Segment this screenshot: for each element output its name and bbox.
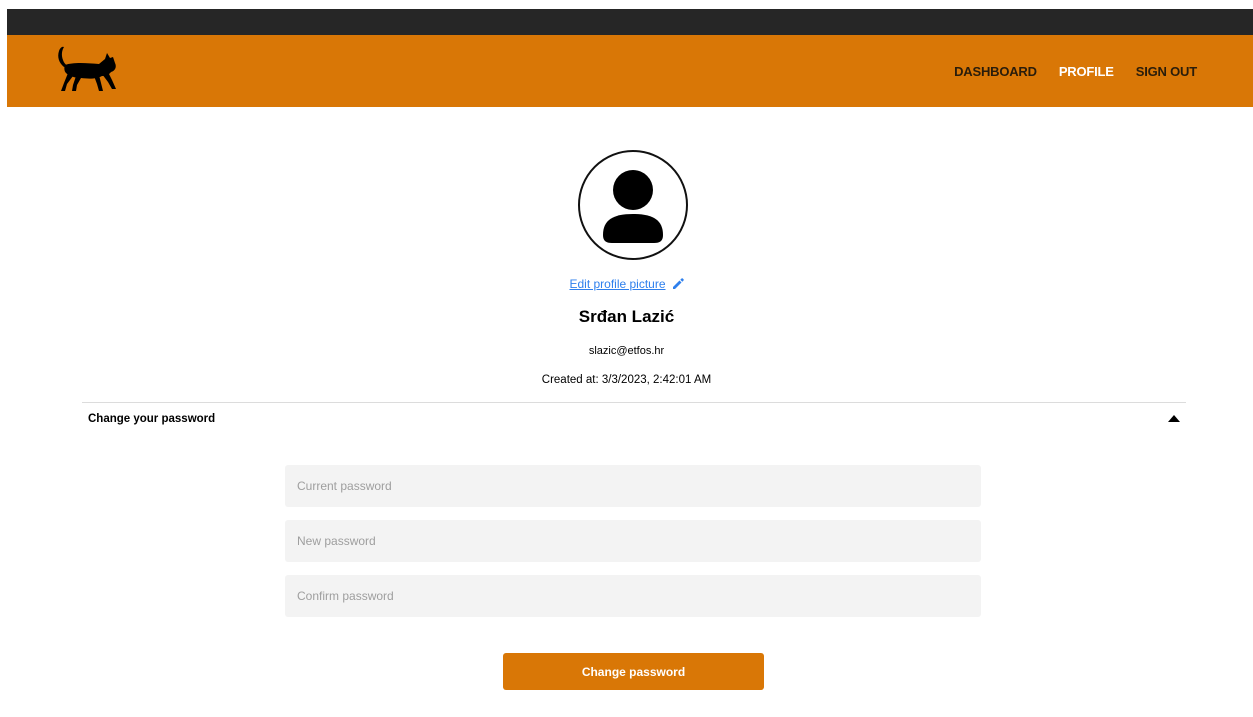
- change-password-title: Change your password: [88, 413, 216, 425]
- user-avatar-icon: [578, 150, 688, 260]
- browser-top-strip: [7, 9, 1253, 35]
- user-name: Srđan Lazić: [578, 307, 675, 326]
- account-created-at: Created at: 3/3/2023, 2:42:01 AM: [541, 374, 712, 386]
- nav-dashboard-link[interactable]: DASHBOARD: [954, 64, 1037, 79]
- nav-profile-link[interactable]: PROFILE: [1059, 64, 1114, 79]
- edit-profile-picture-link[interactable]: Edit profile picture: [569, 277, 665, 291]
- new-password-input[interactable]: [285, 520, 981, 562]
- pencil-icon[interactable]: [672, 278, 684, 293]
- change-password-button[interactable]: Change password: [503, 653, 764, 690]
- nav-sign-out-link[interactable]: SIGN OUT: [1136, 64, 1197, 79]
- nav-links: DASHBOARD PROFILE SIGN OUT: [954, 35, 1197, 107]
- section-divider: [82, 402, 1186, 403]
- edit-profile-picture: Edit profile picture: [0, 277, 1253, 293]
- navbar: DASHBOARD PROFILE SIGN OUT: [7, 35, 1253, 107]
- black-cat-icon[interactable]: [55, 45, 119, 97]
- current-password-input[interactable]: [285, 465, 981, 507]
- profile-page: DASHBOARD PROFILE SIGN OUT Edit profile …: [0, 0, 1253, 717]
- change-password-toggle[interactable]: Change your password: [82, 404, 1186, 436]
- user-email: slazic@etfos.hr: [588, 345, 665, 357]
- caret-up-icon[interactable]: [1168, 415, 1180, 422]
- confirm-password-input[interactable]: [285, 575, 981, 617]
